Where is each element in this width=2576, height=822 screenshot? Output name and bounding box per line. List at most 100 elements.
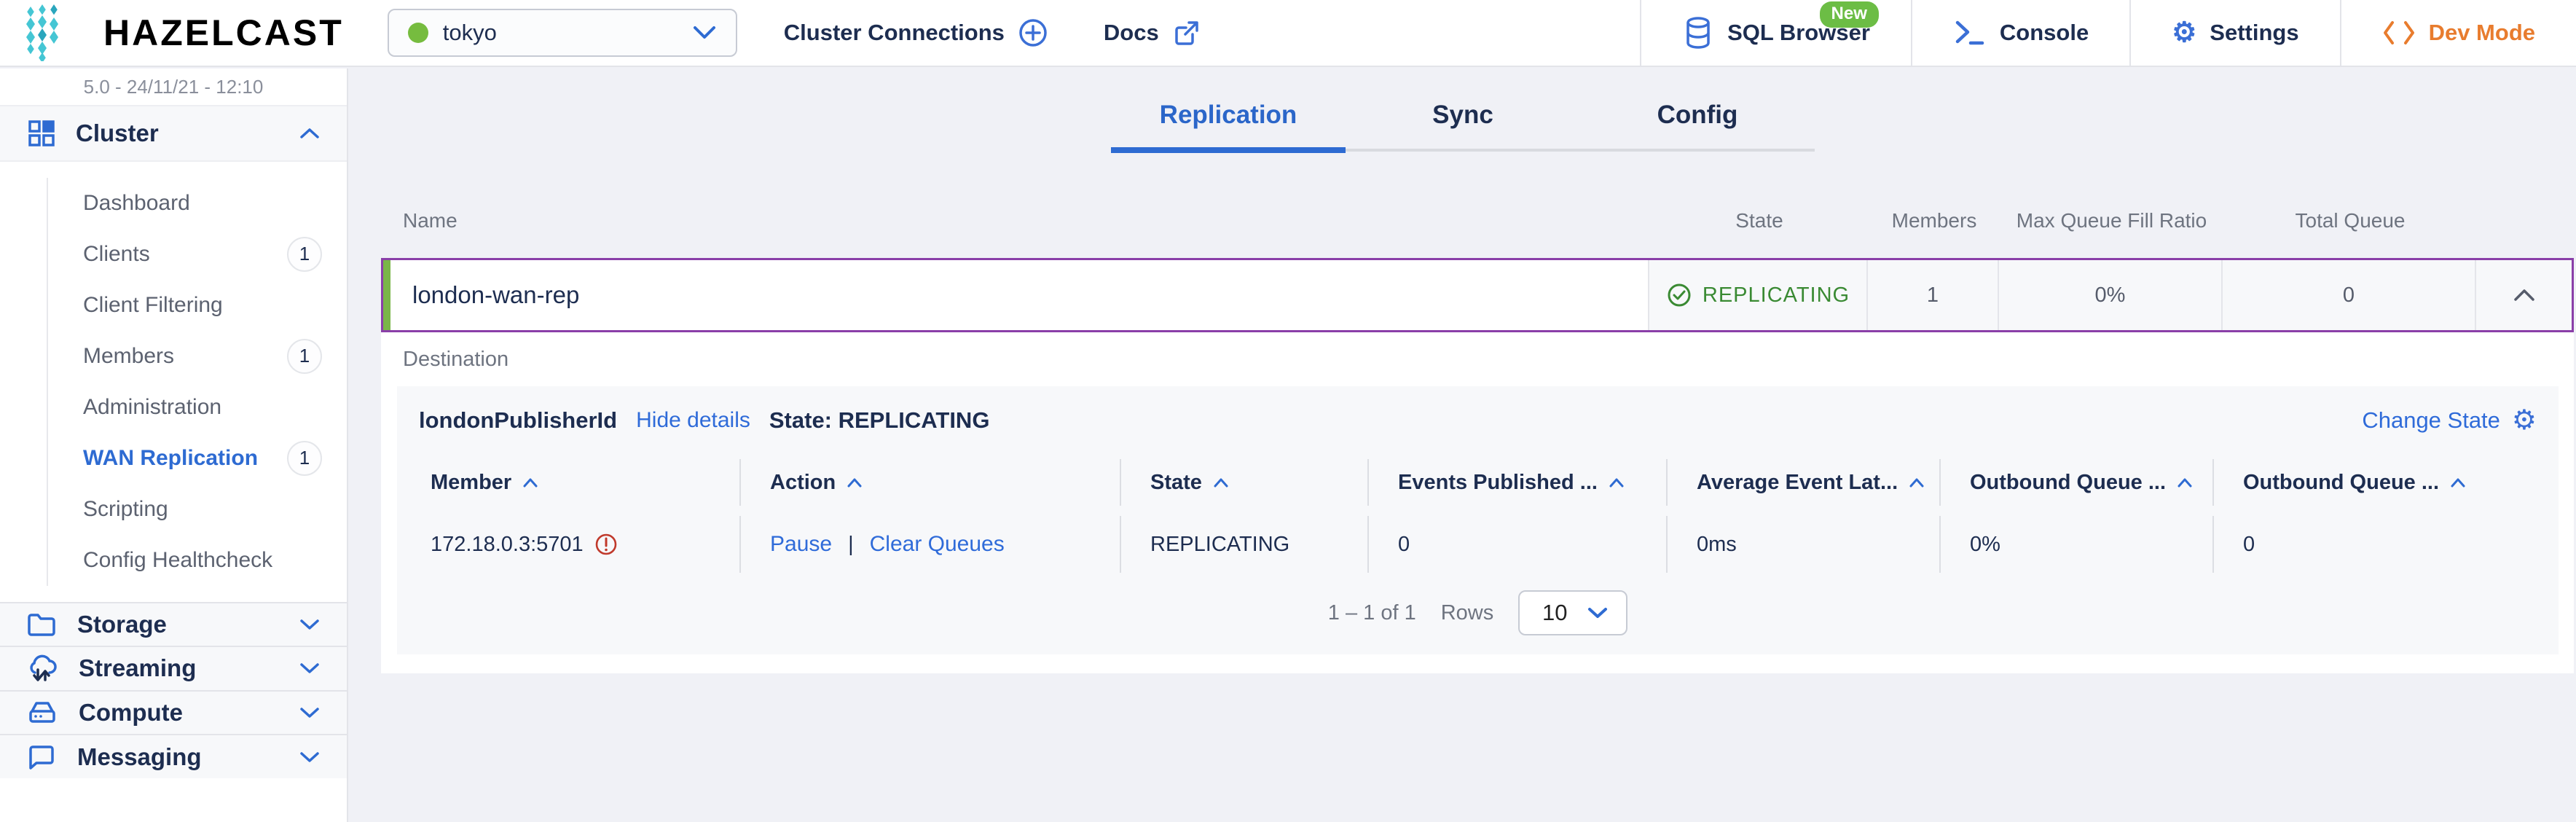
sidebar-section-cluster[interactable]: Cluster — [0, 106, 347, 162]
sidebar-item-scripting[interactable]: Scripting — [48, 484, 347, 535]
code-icon — [2383, 21, 2414, 44]
column-header-members: Members — [1891, 208, 1977, 232]
sidebar-item-client-filtering[interactable]: Client Filtering — [48, 280, 347, 331]
plus-circle-icon — [1019, 19, 1047, 47]
clear-queues-link[interactable]: Clear Queues — [870, 532, 1005, 557]
sort-up-icon — [1214, 478, 1228, 488]
outbound-queue-count-column-sort[interactable]: Outbound Queue ... — [2212, 459, 2537, 506]
member-address: 172.18.0.3:5701 — [431, 532, 584, 556]
sidebar-section-label: Messaging — [77, 743, 202, 770]
destination-label: Destination — [403, 347, 509, 371]
wan-row-state: REPLICATING — [1648, 260, 1866, 330]
chevron-up-icon — [300, 128, 319, 138]
sidebar-item-wan-replication[interactable]: WAN Replication 1 — [48, 433, 347, 484]
count-badge: 1 — [287, 236, 322, 272]
folder-icon — [28, 614, 55, 636]
count-badge: 1 — [287, 440, 322, 476]
chevron-down-icon — [300, 751, 319, 762]
sidebar-item-clients[interactable]: Clients 1 — [48, 229, 347, 280]
cluster-connections-button[interactable]: Cluster Connections — [784, 17, 1048, 48]
docs-link[interactable]: Docs — [1104, 18, 1201, 47]
destination-panel: londonPublisherId Hide details State: RE… — [397, 386, 2559, 654]
sidebar-item-label: Administration — [83, 394, 222, 419]
change-state-button[interactable]: Change State ⚙ — [2362, 407, 2537, 434]
state-text: REPLICATING — [1702, 283, 1850, 307]
state-column-sort[interactable]: State — [1120, 459, 1367, 506]
sidebar-section-label: Storage — [77, 610, 167, 638]
tab-config[interactable]: Config — [1580, 101, 1815, 153]
sidebar-item-administration[interactable]: Administration — [48, 382, 347, 433]
pause-link[interactable]: Pause — [770, 532, 832, 557]
sidebar-item-dashboard[interactable]: Dashboard — [48, 178, 347, 229]
hide-details-link[interactable]: Hide details — [636, 408, 750, 433]
column-header-action: Action — [770, 470, 836, 494]
action-column-sort[interactable]: Action — [739, 459, 1120, 506]
sql-browser-button[interactable]: New SQL Browser — [1640, 0, 1911, 66]
sidebar-section-label: Streaming — [79, 654, 197, 682]
change-state-label: Change State — [2362, 407, 2500, 433]
sidebar-section-messaging[interactable]: Messaging — [0, 734, 347, 778]
publisher-id: londonPublisherId — [419, 407, 618, 433]
dev-mode-button[interactable]: Dev Mode — [2339, 0, 2576, 66]
events-published-column-sort[interactable]: Events Published ... — [1367, 459, 1666, 506]
outbound-queue-count-cell: 0 — [2212, 516, 2537, 573]
column-header-events-published: Events Published ... — [1398, 470, 1598, 494]
cloud-icon — [30, 655, 57, 682]
hazelcast-logo-icon — [26, 4, 58, 61]
console-button[interactable]: Console — [1910, 0, 2129, 66]
sort-up-icon — [1909, 478, 1924, 488]
sidebar-section-compute[interactable]: Compute — [0, 689, 347, 735]
server-icon — [29, 702, 55, 723]
outbound-queue-pct-cell: 0% — [1939, 516, 2212, 573]
chat-icon — [29, 745, 54, 770]
sort-up-icon — [847, 478, 862, 488]
collapse-row-button[interactable] — [2475, 260, 2572, 330]
tab-sync[interactable]: Sync — [1346, 101, 1580, 153]
sidebar-section-storage[interactable]: Storage — [0, 601, 347, 646]
column-header-max-queue-fill-ratio: Max Queue Fill Ratio — [2016, 208, 2207, 232]
sort-up-icon — [2451, 478, 2465, 488]
avg-event-latency-cell: 0ms — [1666, 516, 1939, 573]
pagination-range: 1 – 1 of 1 — [1327, 600, 1416, 625]
chevron-down-icon — [300, 663, 319, 674]
cluster-connections-label: Cluster Connections — [783, 20, 1005, 45]
column-header-outbound-queue-count: Outbound Queue ... — [2243, 470, 2440, 494]
settings-label: Settings — [2210, 20, 2299, 45]
sort-up-icon — [523, 478, 538, 488]
sidebar-item-label: WAN Replication — [83, 445, 259, 470]
wan-replication-row[interactable]: london-wan-rep REPLICATING 1 0% 0 — [381, 258, 2574, 332]
member-column-sort[interactable]: Member — [419, 459, 739, 506]
count-badge: 1 — [287, 338, 322, 374]
sidebar-item-label: Scripting — [83, 496, 168, 521]
dev-mode-label: Dev Mode — [2428, 20, 2535, 45]
chevron-down-icon — [300, 619, 319, 630]
sidebar-item-config-healthcheck[interactable]: Config Healthcheck — [48, 535, 347, 586]
wan-row-name: london-wan-rep — [390, 260, 1648, 330]
sidebar-section-label: Cluster — [76, 119, 159, 146]
pagination: 1 – 1 of 1 Rows 10 — [419, 590, 2537, 635]
alert-circle-icon[interactable] — [594, 532, 619, 557]
rows-per-page-select[interactable]: 10 — [1518, 590, 1628, 635]
cluster-selector[interactable]: tokyo — [387, 9, 737, 57]
grid-icon — [28, 120, 55, 146]
outbound-queue-pct-column-sort[interactable]: Outbound Queue ... — [1939, 459, 2212, 506]
sidebar-item-members[interactable]: Members 1 — [48, 331, 347, 382]
main-content: Replication Sync Config Name State Membe… — [350, 68, 2576, 822]
sort-up-icon — [1609, 478, 1624, 488]
column-header-average-event-latency: Average Event Lat... — [1697, 470, 1898, 494]
rows-label: Rows — [1440, 600, 1494, 625]
chevron-down-icon — [693, 26, 715, 39]
sidebar-item-label: Client Filtering — [83, 292, 223, 317]
sidebar: 5.0 - 24/11/21 - 12:10 Cluster Dashboard… — [0, 68, 348, 822]
wan-row-members: 1 — [1866, 260, 1998, 330]
action-separator: | — [848, 532, 854, 556]
settings-button[interactable]: ⚙ Settings — [2129, 0, 2339, 66]
chevron-down-icon — [300, 708, 319, 718]
sidebar-item-label: Members — [83, 343, 175, 368]
publisher-state: State: REPLICATING — [769, 407, 990, 433]
tab-replication[interactable]: Replication — [1111, 101, 1346, 153]
avg-event-latency-column-sort[interactable]: Average Event Lat... — [1666, 459, 1939, 506]
sidebar-section-streaming[interactable]: Streaming — [0, 646, 347, 690]
database-icon — [1686, 17, 1710, 49]
member-state-cell: REPLICATING — [1120, 516, 1367, 573]
